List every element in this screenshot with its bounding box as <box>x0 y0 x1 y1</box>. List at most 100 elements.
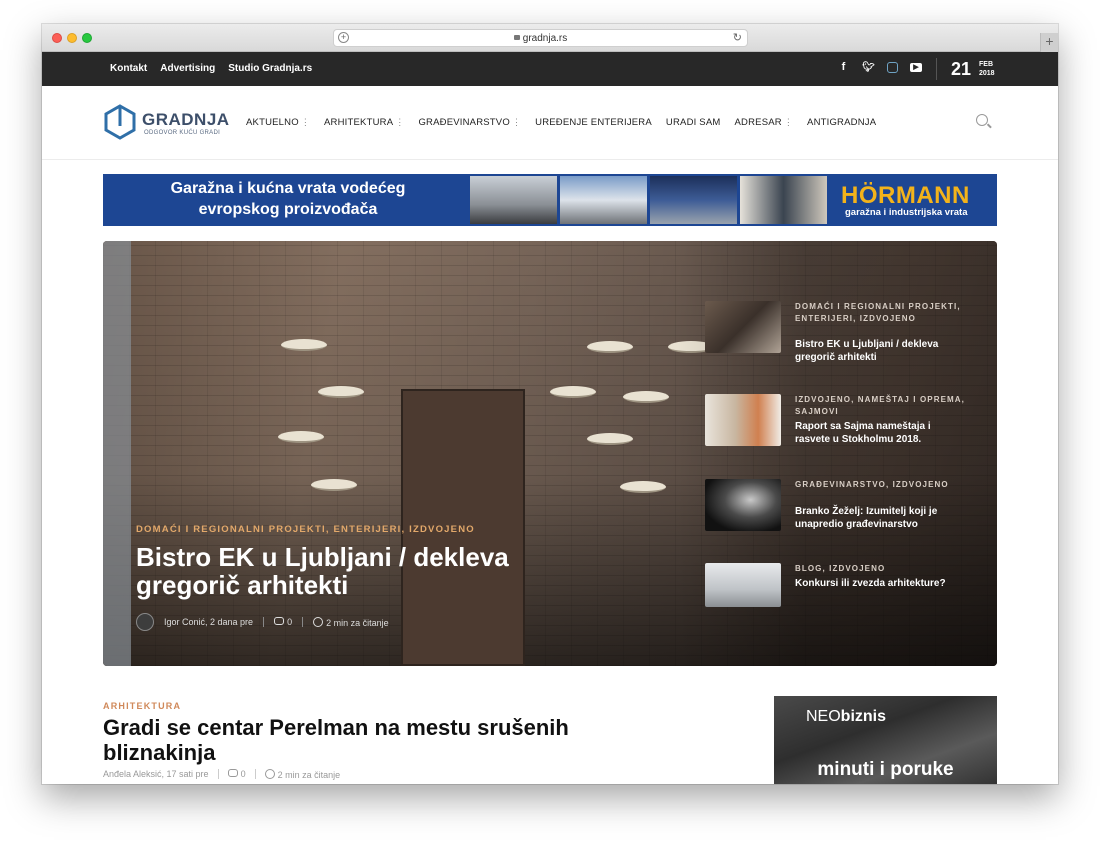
ad-line-2: evropskog proizvođača <box>198 201 378 218</box>
side-post-thumbnail[interactable] <box>705 301 781 353</box>
nav-item-gradjevinarstvo[interactable]: GRAĐEVINARSTVO ⋮ <box>418 117 521 128</box>
decor-plate <box>587 433 633 445</box>
read-time-text: 2 min za čitanje <box>326 618 389 628</box>
nav-item-uredjenje-enterijera[interactable]: UREĐENJE ENTERIJERA <box>535 117 652 128</box>
ad-line-1: Garažna i kućna vrata vodećeg <box>170 180 406 197</box>
article-meta: Anđela Aleksić, 17 sati pre 0 2 min za č… <box>103 768 340 780</box>
top-link-kontakt[interactable]: Kontakt <box>110 63 147 74</box>
date-divider <box>936 58 937 80</box>
reload-icon[interactable]: ↻ <box>733 31 742 44</box>
clock-icon <box>313 617 324 627</box>
date-day: 21 <box>951 59 972 79</box>
side-post-category[interactable]: BLOG, IZDVOJENO <box>795 563 965 575</box>
minimize-window-button[interactable] <box>67 33 77 43</box>
decor-plate <box>311 479 357 491</box>
banner-ad[interactable]: Garažna i kućna vrata vodećeg evropskog … <box>103 174 997 226</box>
decor-plate <box>587 341 633 353</box>
article-category[interactable]: ARHITEKTURA <box>103 701 181 711</box>
top-links: Kontakt Advertising Studio Gradnja.rs <box>110 63 312 74</box>
decor-plate <box>623 391 669 403</box>
side-post-title[interactable]: Bistro EK u Ljubljani / dekleva gregorič… <box>795 338 965 364</box>
article-comments[interactable]: 0 <box>227 769 246 779</box>
comment-count: 0 <box>287 617 293 627</box>
nav-item-aktuelno[interactable]: AKTUELNO ⋮ <box>246 117 310 128</box>
nav-label: ANTIGRADNJA <box>807 117 877 128</box>
hero-wall-shade <box>103 241 131 666</box>
twitter-icon[interactable]: 🐦︎ <box>862 61 875 74</box>
ad-brand-tagline: garažna i industrijska vrata <box>845 207 968 218</box>
article-title[interactable]: Gradi se centar Perelman na mestu srušen… <box>103 715 663 765</box>
side-post-title[interactable]: Branko Žeželj: Izumitelj koji je unapred… <box>795 505 965 531</box>
comment-count: 0 <box>240 769 246 779</box>
sidebar-ad-logo-light: NEO <box>806 708 841 725</box>
comment-icon <box>227 769 238 777</box>
search-icon[interactable] <box>976 114 988 126</box>
social-links: f 🐦︎ ▶ <box>837 61 922 74</box>
logo-hexagon-icon <box>104 104 136 140</box>
hero-author-time[interactable]: Igor Conić, 2 dana pre <box>164 617 253 627</box>
submenu-icon: ⋮ <box>395 117 405 127</box>
instagram-icon[interactable] <box>887 62 898 73</box>
nav-label: URADI SAM <box>665 117 721 128</box>
decor-plate <box>620 481 666 493</box>
article-read-time: 2 min za čitanje <box>264 768 341 780</box>
ad-photo-garage-1 <box>470 176 557 224</box>
close-window-button[interactable] <box>52 33 62 43</box>
nav-item-uradi-sam[interactable]: URADI SAM <box>666 117 721 128</box>
read-time-text: 2 min za čitanje <box>277 770 341 780</box>
new-tab-button[interactable]: + <box>1040 33 1058 52</box>
nav-label: GRAĐEVINARSTVO <box>418 117 510 128</box>
date-year: 2018 <box>979 70 995 77</box>
side-post-category[interactable]: GRAĐEVINARSTVO, IZDVOJENO <box>795 479 965 491</box>
hero-comments[interactable]: 0 <box>274 617 292 627</box>
nav-item-adresar[interactable]: ADRESAR ⋮ <box>735 117 794 128</box>
hero-title[interactable]: Bistro EK u Ljubljani / dekleva gregorič… <box>136 543 596 599</box>
submenu-icon: ⋮ <box>511 117 522 127</box>
nav-label: AKTUELNO <box>246 117 299 128</box>
sidebar-ad[interactable]: NEObiznis minuti i poruke <box>774 696 997 784</box>
side-post-thumbnail[interactable] <box>705 394 781 446</box>
facebook-icon[interactable]: f <box>837 61 850 74</box>
top-link-studio[interactable]: Studio Gradnja.rs <box>228 63 312 74</box>
top-link-advertising[interactable]: Advertising <box>160 63 215 74</box>
browser-window: + gradnja.rs ↻ + Kontakt Advertising Stu… <box>42 24 1058 784</box>
side-post-title[interactable]: Konkursi ili zvezda arhitekture? <box>795 577 965 590</box>
side-post-thumbnail[interactable] <box>705 563 781 607</box>
top-bar: Kontakt Advertising Studio Gradnja.rs f … <box>42 52 1058 86</box>
nav-label: ADRESAR <box>734 117 782 128</box>
author-avatar[interactable] <box>136 613 154 631</box>
hero-category[interactable]: DOMAĆI I REGIONALNI PROJEKTI, ENTERIJERI… <box>136 524 475 535</box>
ad-photo-garage-2 <box>560 176 647 224</box>
comment-icon <box>274 617 285 625</box>
sidebar-ad-logo: NEObiznis <box>806 708 886 726</box>
sidebar-ad-text: minuti i poruke <box>817 759 954 780</box>
side-post-category[interactable]: IZDVOJENO, NAMEŠTAJ I OPREMA, SAJMOVI <box>795 394 965 418</box>
nav-item-arhitektura[interactable]: ARHITEKTURA ⋮ <box>324 117 404 128</box>
sidebar-ad-logo-bold: biznis <box>840 708 887 725</box>
submenu-icon: ⋮ <box>300 117 311 127</box>
hero-slider[interactable]: DOMAĆI I REGIONALNI PROJEKTI, ENTERIJERI… <box>103 241 997 666</box>
ad-text: Garažna i kućna vrata vodećeg evropskog … <box>103 178 473 220</box>
site-header: GRADNJA ODGOVOR KUĆU GRADI AKTUELNO ⋮ ARH… <box>42 86 1058 160</box>
ad-photo-door <box>740 176 827 224</box>
hero-read-time: 2 min za čitanje <box>313 616 389 628</box>
side-post-thumbnail[interactable] <box>705 479 781 531</box>
hero-meta: Igor Conić, 2 dana pre 0 2 min za čitanj… <box>136 613 389 631</box>
side-post-title[interactable]: Raport sa Sajma nameštaja i rasvete u St… <box>795 420 965 446</box>
address-bar[interactable]: + gradnja.rs ↻ <box>333 29 748 47</box>
nav-label: ARHITEKTURA <box>324 117 394 128</box>
decor-plate <box>318 386 364 398</box>
url-text: gradnja.rs <box>522 33 568 44</box>
nav-item-antigradnja[interactable]: ANTIGRADNJA <box>807 117 876 128</box>
youtube-icon[interactable]: ▶ <box>910 63 922 72</box>
submenu-icon: ⋮ <box>783 117 794 127</box>
ad-brand: HÖRMANN <box>841 182 970 209</box>
side-post-category[interactable]: DOMAĆI I REGIONALNI PROJEKTI, ENTERIJERI… <box>795 301 965 325</box>
zoom-window-button[interactable] <box>82 33 92 43</box>
meta-divider <box>254 769 256 779</box>
article-author-time[interactable]: Anđela Aleksić, 17 sati pre <box>103 769 209 779</box>
browser-chrome: + gradnja.rs ↻ + <box>42 24 1058 52</box>
decor-plate <box>278 431 324 443</box>
ad-photo-garage-3 <box>650 176 737 224</box>
logo-tagline: ODGOVOR KUĆU GRADI <box>144 130 221 136</box>
